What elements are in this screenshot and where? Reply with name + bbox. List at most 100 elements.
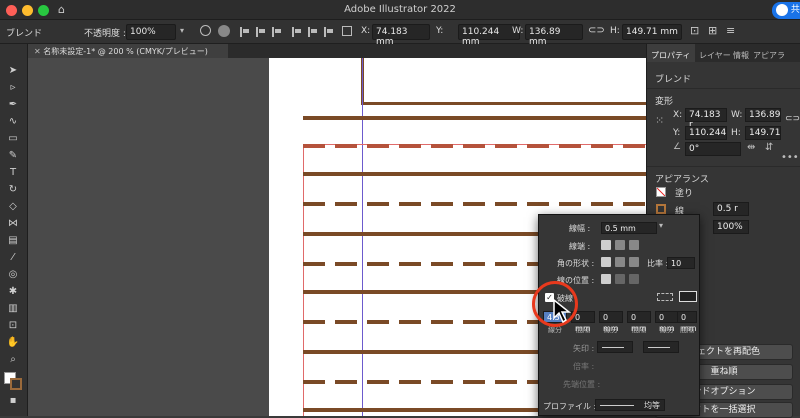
selection-tool-icon[interactable]: ➤ [5, 64, 21, 78]
transform-title: 変形 [655, 97, 674, 107]
w-field[interactable]: 136.89 [745, 108, 781, 122]
tab-appearance[interactable]: アピアラ [753, 50, 785, 61]
h-field[interactable]: 149.71 [745, 126, 781, 140]
reference-point-icon[interactable] [342, 26, 352, 36]
preserve-dash-icon[interactable] [657, 293, 673, 301]
weight-field[interactable]: 0.5 mm [601, 222, 657, 234]
selection-type-label: ブレンド [6, 29, 43, 39]
w-label: W: [512, 26, 524, 36]
width-tool-icon[interactable]: ⋈ [5, 217, 21, 231]
chevron-down-icon[interactable]: ▾ [659, 221, 663, 230]
bevel-join-icon[interactable] [629, 257, 639, 267]
align-inside-stroke-icon[interactable] [615, 274, 625, 284]
blend-tool-icon[interactable]: ◎ [5, 268, 21, 282]
transform-icon[interactable]: ⊡ [690, 24, 699, 37]
h-label: H: [610, 26, 620, 36]
stroke-swatch[interactable] [10, 378, 22, 390]
butt-cap-icon[interactable] [601, 240, 611, 250]
fill-none-swatch[interactable] [656, 187, 666, 197]
profile-select[interactable]: 均等 [595, 399, 665, 411]
paintbrush-tool-icon[interactable]: ✎ [5, 149, 21, 163]
rectangle-tool-icon[interactable]: ▭ [5, 132, 21, 146]
align-dash-icon[interactable] [679, 291, 697, 302]
opacity-field[interactable]: 100% [713, 220, 749, 234]
close-tab-icon[interactable]: ✕ [34, 47, 41, 56]
panel-menu-icon[interactable]: ≡ [726, 24, 735, 37]
stroke-color-swatch[interactable] [656, 204, 666, 214]
app-title: Adobe Illustrator 2022 [344, 4, 456, 15]
flip-vertical-icon[interactable]: ⇵ [765, 142, 773, 153]
end-arrow-select[interactable] [643, 341, 679, 353]
pen-tool-icon[interactable]: ✒ [5, 98, 21, 112]
artboard-tool-icon[interactable]: ⊡ [5, 319, 21, 333]
y-field[interactable]: 110.244 [685, 126, 727, 140]
link-icon[interactable]: ⊂⊃ [785, 114, 800, 124]
style-icon[interactable] [218, 25, 230, 37]
graph-tool-icon[interactable]: ▥ [5, 302, 21, 316]
angle-field[interactable]: 0° [685, 142, 741, 156]
y-field[interactable]: 110.244 mm [458, 24, 520, 47]
chevron-down-icon[interactable]: ▾ [180, 26, 184, 35]
opacity-field[interactable]: 100% [126, 24, 176, 40]
curvature-tool-icon[interactable]: ∿ [5, 115, 21, 129]
align-middle-icon[interactable] [308, 27, 318, 37]
h-field[interactable]: 149.71 mm [622, 24, 682, 40]
flip-horizontal-icon[interactable]: ⇹ [747, 142, 755, 153]
align-left-icon[interactable] [240, 27, 250, 37]
w-field[interactable]: 136.89 mm [525, 24, 583, 47]
miter-join-icon[interactable] [601, 257, 611, 267]
tab-info[interactable]: 情報 [733, 50, 749, 61]
appearance-title: アピアランス [655, 175, 709, 185]
align-center-stroke-icon[interactable] [601, 274, 611, 284]
document-tab-label: 名称未設定-1* @ 200 % (CMYK/プレビュー) [43, 47, 208, 56]
gap-label-2: 間隔 [632, 326, 646, 334]
weight-label: 線幅 : [569, 224, 591, 233]
align-right-icon[interactable] [272, 27, 282, 37]
start-arrow-select[interactable] [597, 341, 633, 353]
limit-label: 比率 : [647, 259, 669, 268]
opacity-label: 不透明度 : [84, 29, 126, 39]
x-field[interactable]: 74.183 r [685, 108, 727, 130]
h-label: H: [731, 128, 741, 138]
round-cap-icon[interactable] [615, 240, 625, 250]
hand-tool-icon[interactable]: ✋ [5, 336, 21, 350]
share-button[interactable]: 共 [772, 2, 800, 19]
reference-point-icon[interactable]: ⁙ [655, 114, 664, 127]
more-options-icon[interactable]: ••• [781, 152, 799, 163]
tab-properties[interactable]: プロパティ [651, 50, 691, 61]
projecting-cap-icon[interactable] [629, 240, 639, 250]
stroke-weight-field[interactable]: 0.5 r [713, 202, 749, 216]
tab-layers[interactable]: レイヤー [699, 50, 731, 61]
color-mode-icon[interactable]: ▪ [5, 394, 21, 408]
direct-select-tool-icon[interactable]: ▹ [5, 81, 21, 95]
isolate-icon[interactable]: ⊞ [708, 24, 717, 37]
y-label: Y: [436, 26, 444, 36]
align-bottom-icon[interactable] [324, 27, 334, 37]
corner-label: 角の形状 : [557, 259, 595, 268]
rotate-tool-icon[interactable]: ↻ [5, 183, 21, 197]
type-tool-icon[interactable]: T [5, 166, 21, 180]
x-label: X: [361, 26, 371, 36]
gap-field-2[interactable]: 0 mm [627, 311, 651, 333]
gradient-tool-icon[interactable]: ▤ [5, 234, 21, 248]
profile-label: プロファイル : [543, 402, 597, 411]
align-top-icon[interactable] [292, 27, 302, 37]
align-center-icon[interactable] [256, 27, 266, 37]
round-join-icon[interactable] [615, 257, 625, 267]
control-bar: ブレンド 不透明度 : 100% ▾ X: 74.183 mm Y: 110.2… [0, 20, 800, 47]
eraser-tool-icon[interactable]: ◇ [5, 200, 21, 214]
line-preview [600, 405, 634, 406]
x-field[interactable]: 74.183 mm [372, 24, 430, 47]
eyedropper-tool-icon[interactable]: ⁄ [5, 251, 21, 265]
recolor-icon[interactable] [200, 25, 211, 36]
link-icon[interactable]: ⊂⊃ [588, 25, 605, 36]
align-outside-stroke-icon[interactable] [629, 274, 639, 284]
symbol-tool-icon[interactable]: ✱ [5, 285, 21, 299]
dash-field-2[interactable]: 0 mm [599, 311, 623, 333]
document-tab[interactable]: ✕ 名称未設定-1* @ 200 % (CMYK/プレビュー) [28, 44, 228, 58]
gap-field-3[interactable]: 0 mm [677, 311, 697, 333]
document-tab-bar: ✕ 名称未設定-1* @ 200 % (CMYK/プレビュー) [28, 44, 646, 58]
dash-field-3[interactable]: 0 mm [655, 311, 679, 333]
limit-field[interactable]: 10 [667, 257, 695, 269]
zoom-tool-icon[interactable]: ⌕ [5, 353, 21, 367]
